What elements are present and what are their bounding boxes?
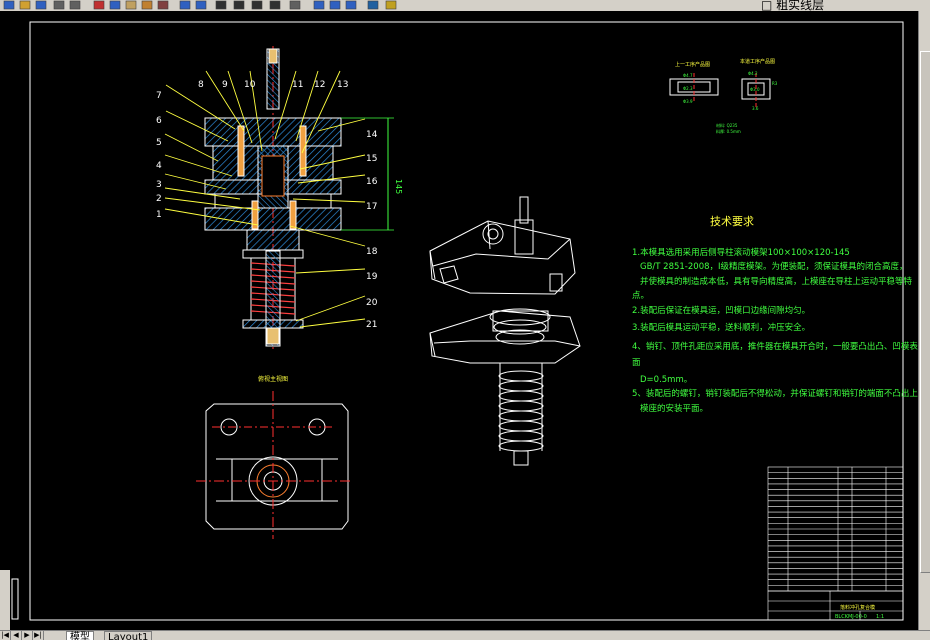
copy-icon[interactable] bbox=[108, 0, 122, 10]
part-number-9: 9 bbox=[222, 80, 228, 90]
tech-line-5: 2.装配后保证在模具运，凹模口边缘间隙均匀。 bbox=[632, 305, 810, 316]
process-dim-1: Φ4.7 bbox=[683, 73, 693, 78]
zoom-window-icon[interactable] bbox=[250, 0, 264, 10]
tech-line-8: 面 bbox=[632, 358, 641, 368]
zoom-realtime-icon[interactable] bbox=[232, 0, 246, 10]
part-number-16: 16 bbox=[366, 177, 378, 187]
part-number-3: 3 bbox=[156, 180, 162, 190]
cut-icon[interactable] bbox=[92, 0, 106, 10]
top-view: 俯视主视图 bbox=[196, 375, 350, 539]
isometric-view bbox=[429, 196, 581, 466]
tool-palette-icon[interactable] bbox=[328, 0, 342, 10]
tech-line-11: 模座的安装平面。 bbox=[640, 403, 708, 414]
drawing-canvas[interactable]: 145 123456789101112131415 bbox=[0, 11, 927, 630]
tech-line-10: 5、装配后的螺钉，销钉装配后不得松动，并保证螺钉和销钉的端面不凸出上下 bbox=[632, 388, 918, 399]
pan-icon[interactable] bbox=[214, 0, 228, 10]
part-number-7: 7 bbox=[156, 91, 162, 101]
drawing-border bbox=[29, 21, 904, 621]
open-icon[interactable] bbox=[18, 0, 32, 10]
part-number-19: 19 bbox=[366, 272, 378, 282]
part-number-18: 18 bbox=[366, 247, 378, 257]
process-dim-6: R3 bbox=[772, 81, 778, 86]
tech-line-7: 4、销钉、顶件孔距应采用底，推件器在模具开合时，一般要凸出凸、凹模表 bbox=[632, 341, 918, 352]
part-number-12: 12 bbox=[314, 80, 325, 90]
part-number-10: 10 bbox=[244, 80, 256, 90]
part-number-13: 13 bbox=[337, 80, 348, 90]
top-view-title: 俯视主视图 bbox=[258, 375, 288, 383]
technical-requirements: 技术要求 bbox=[710, 215, 754, 228]
ucs-panel bbox=[0, 570, 10, 630]
bom-table bbox=[767, 466, 904, 592]
tech-line-1: 1.本模具选用采用后侧导柱滚动模架100×100×120-145 bbox=[632, 247, 850, 258]
part-number-1: 1 bbox=[156, 210, 162, 220]
tech-line-2: GB/T 2851-2008，I级精度模架。为便装配，须保证模具的闭合高度， bbox=[640, 261, 908, 272]
layer-manager-icon[interactable] bbox=[366, 0, 380, 10]
process-dim-2: Φ2.3 bbox=[683, 86, 693, 91]
process-dim-5: Φ3.0 bbox=[750, 87, 760, 92]
scrollbar-thumb[interactable] bbox=[920, 51, 930, 573]
layer-state-icon[interactable] bbox=[384, 0, 398, 10]
tech-title: 技术要求 bbox=[710, 215, 754, 228]
process-drawings: 上一工序产品图 本道工序产品图 Φ4.7 Φ2.3 Φ3.9 Φ4.2 Φ3.0… bbox=[669, 58, 778, 134]
part-number-4: 4 bbox=[156, 161, 162, 171]
title-block-code: BLCKMJ-00-0 bbox=[835, 614, 867, 620]
part-number-5: 5 bbox=[156, 138, 162, 148]
match-prop-icon[interactable] bbox=[140, 0, 154, 10]
print-icon[interactable] bbox=[52, 0, 66, 10]
process-title-1: 上一工序产品图 bbox=[675, 61, 710, 68]
ucs-indicator bbox=[11, 578, 19, 620]
zoom-previous-icon[interactable] bbox=[268, 0, 282, 10]
dimension-145: 145 bbox=[394, 179, 403, 194]
tech-line-6: 3.装配后模具运动平稳，送料顺利，冲压安全。 bbox=[632, 322, 810, 333]
tech-line-4: 点。 bbox=[632, 291, 649, 301]
properties-icon[interactable] bbox=[288, 0, 302, 10]
part-number-20: 20 bbox=[366, 298, 378, 308]
part-number-17: 17 bbox=[366, 202, 377, 212]
help-icon[interactable] bbox=[344, 0, 358, 10]
new-icon[interactable] bbox=[2, 0, 16, 10]
title-block-scale: 1:1 bbox=[876, 614, 884, 620]
tech-lines: 1.本模具选用采用后侧导柱滚动模架100×100×120-145 GB/T 285… bbox=[632, 247, 927, 414]
redo-icon[interactable] bbox=[194, 0, 208, 10]
part-number-14: 14 bbox=[366, 130, 378, 140]
title-block-label: 落料冲孔复合模 bbox=[840, 604, 875, 611]
process-dim-3: Φ3.9 bbox=[683, 99, 693, 104]
brush-icon[interactable] bbox=[156, 0, 170, 10]
paste-icon[interactable] bbox=[124, 0, 138, 10]
tech-line-9: D=0.5mm。 bbox=[640, 375, 692, 385]
part-number-15: 15 bbox=[366, 154, 377, 164]
material-note-1: 材料: Q235 bbox=[716, 122, 738, 128]
process-title-2: 本道工序产品图 bbox=[740, 58, 775, 65]
design-center-icon[interactable] bbox=[312, 0, 326, 10]
part-number-6: 6 bbox=[156, 116, 162, 126]
material-note-2: 料厚: 0.5mm bbox=[716, 128, 741, 134]
undo-icon[interactable] bbox=[178, 0, 192, 10]
vertical-scrollbar[interactable] bbox=[918, 11, 930, 630]
process-dim-4: Φ4.2 bbox=[748, 71, 758, 76]
part-number-2: 2 bbox=[156, 194, 162, 204]
save-icon[interactable] bbox=[34, 0, 48, 10]
part-number-11: 11 bbox=[292, 80, 303, 90]
part-number-8: 8 bbox=[198, 80, 204, 90]
tech-line-3: 并使模具的制造成本低，具有导向精度高，上模座在导柱上运动平稳等特 bbox=[640, 276, 913, 287]
part-number-21: 21 bbox=[366, 320, 377, 330]
preview-icon[interactable] bbox=[68, 0, 82, 10]
process-dim-7: 3.6 bbox=[752, 106, 759, 111]
